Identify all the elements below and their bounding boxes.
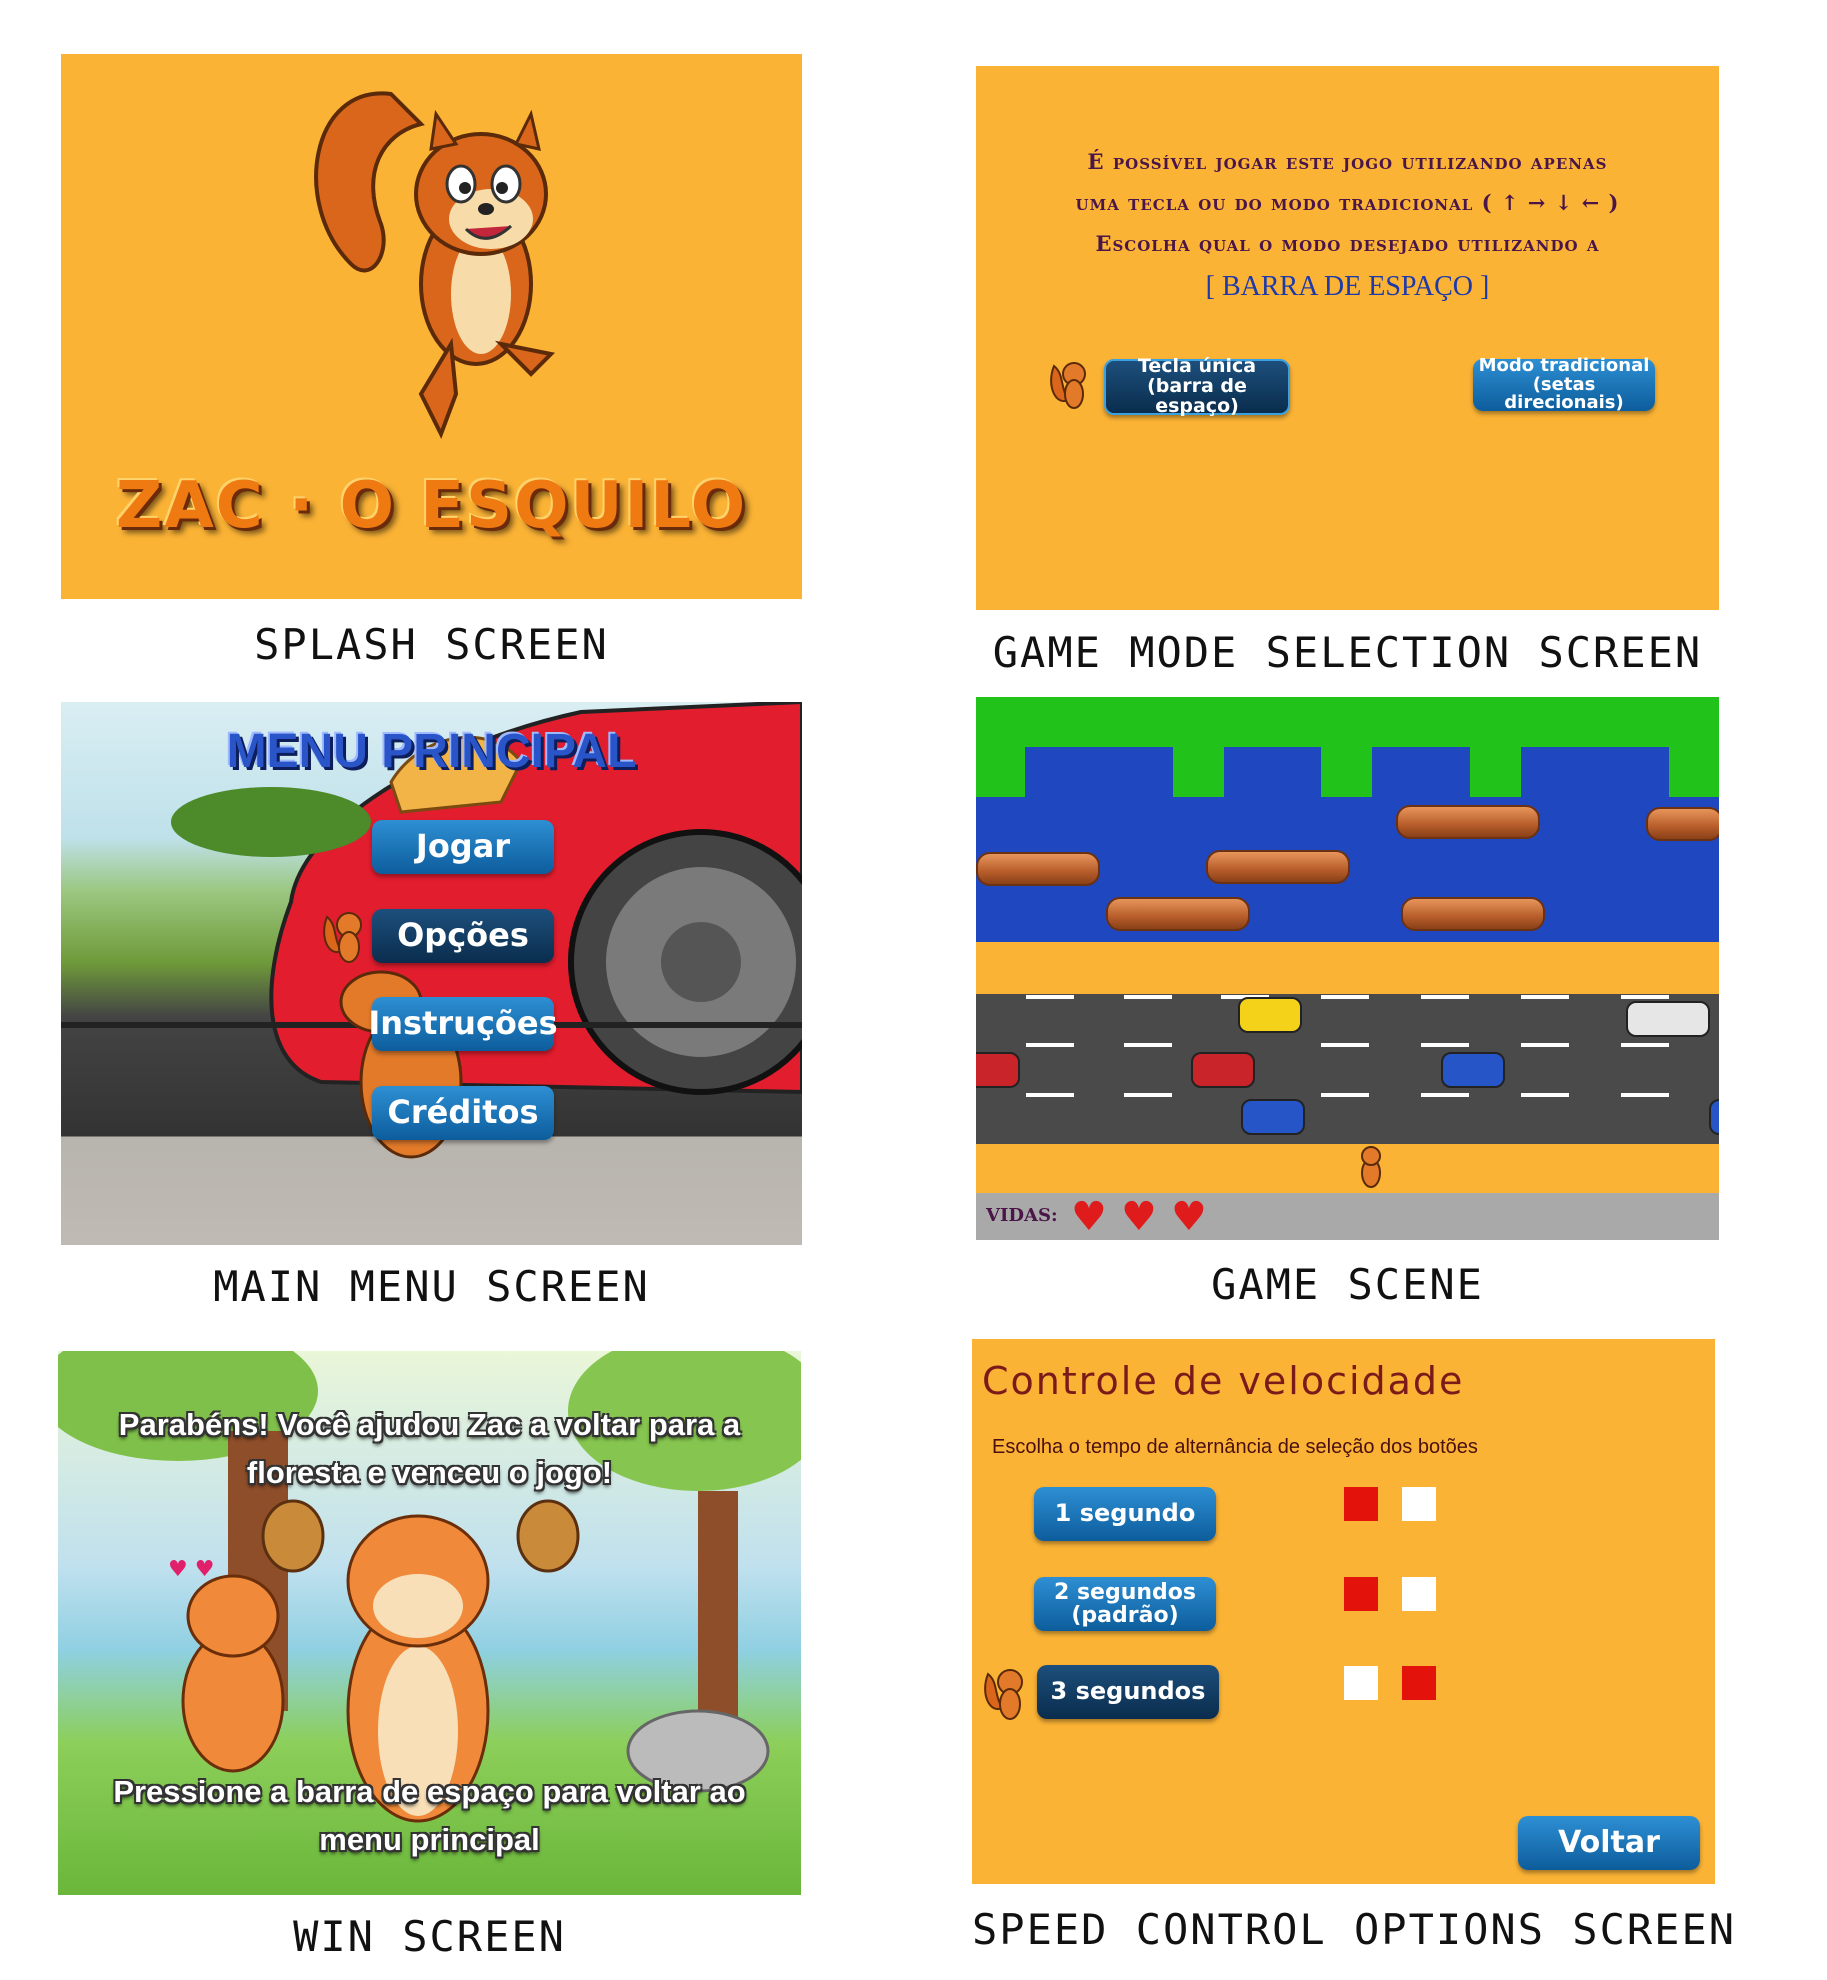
mode-text-line2: uma tecla ou do modo tradicional ( ↑ → ↓… [1075, 190, 1620, 215]
menu-credits-button[interactable]: Créditos [372, 1086, 554, 1140]
game-logo: ZAC · O ESQUILO [115, 469, 748, 543]
main-menu-screen: MENU PRINCIPAL Jogar Opções Instruções C… [61, 702, 802, 1245]
car-blue [1709, 1099, 1719, 1135]
menu-play-button[interactable]: Jogar [372, 820, 554, 874]
caption-menu: MAIN MENU SCREEN [213, 1262, 650, 1311]
caption-game: GAME SCENE [1211, 1260, 1484, 1309]
caption-win: WIN SCREEN [293, 1912, 566, 1961]
lane-dash [1321, 1093, 1369, 1097]
mode-text-line3: Escolha qual o modo desejado utilizando … [1095, 231, 1600, 256]
caption-speed: SPEED CONTROL OPTIONS SCREEN [972, 1905, 1737, 1954]
lane-dash [1026, 1093, 1074, 1097]
heart-icon: ♥ [1071, 1194, 1107, 1240]
caption-splash: SPLASH SCREEN [254, 620, 609, 669]
log [976, 852, 1100, 886]
speed-control-screen: Controle de velocidade Escolha o tempo d… [972, 1339, 1715, 1884]
goal-slot [1224, 747, 1321, 797]
lane-dash [1124, 1043, 1172, 1047]
back-button[interactable]: Voltar [1518, 1816, 1700, 1870]
win-screen: ♥ ♥ Parabéns! Você ajudou Zac a voltar p… [58, 1351, 801, 1895]
menu-title: MENU PRINCIPAL [226, 725, 637, 778]
car-red [976, 1052, 1020, 1088]
car-red [1191, 1052, 1255, 1088]
speed-3s-button[interactable]: 3 segundos [1037, 1665, 1219, 1719]
game-mode-screen: É possível jogar este jogo utilizando ap… [976, 66, 1719, 610]
lives-label: VIDAS: [986, 1205, 1058, 1226]
menu-options-button[interactable]: Opções [372, 909, 554, 963]
car-blue [1441, 1052, 1505, 1088]
lane-dash [1026, 1043, 1074, 1047]
lane-dash [1421, 1043, 1469, 1047]
splash-screen: ZAC · O ESQUILO [61, 54, 802, 599]
menu-options-label: Opções [397, 916, 529, 955]
lane-dash [1421, 1093, 1469, 1097]
lane-dash [1621, 1093, 1669, 1097]
menu-instructions-label: Instruções [368, 1004, 558, 1043]
speed-indicator-white [1402, 1577, 1436, 1611]
log [1396, 805, 1540, 839]
mode-text-line4: [ BARRA DE ESPAÇO ] [1205, 271, 1490, 302]
lane-dash [1321, 1043, 1369, 1047]
single-key-mode-button[interactable]: Tecla única (barra de espaço) [1104, 355, 1290, 417]
menu-credits-label: Créditos [387, 1093, 539, 1132]
goal-slot [1025, 747, 1173, 797]
lane-dash [1124, 1093, 1172, 1097]
heart-icon: ♥ [1171, 1194, 1207, 1240]
squirrel-cursor-icon [1050, 362, 1086, 409]
lane-dash [1621, 995, 1669, 999]
game-scene: VIDAS: ♥ ♥ ♥ [976, 697, 1719, 1240]
lane-dash [1124, 995, 1172, 999]
speed-indicator-red [1344, 1487, 1378, 1521]
road [976, 994, 1719, 1144]
lane-dash [1026, 995, 1074, 999]
lane-dash [1321, 995, 1369, 999]
log [1646, 807, 1719, 841]
log [1401, 897, 1545, 931]
lane-dash [1421, 995, 1469, 999]
heart-icon: ♥ [1121, 1194, 1157, 1240]
car-white [1626, 1001, 1710, 1037]
caption-mode: GAME MODE SELECTION SCREEN [992, 628, 1703, 677]
mode-text-line1: É possível jogar este jogo utilizando ap… [1087, 149, 1608, 174]
speed-1s-label: 1 segundo [1054, 1499, 1196, 1528]
win-message: Parabéns! Você ajudou Zac a voltar para … [118, 1407, 741, 1490]
squirrel-cursor-icon [984, 1669, 1023, 1720]
speed-indicator-red [1402, 1666, 1436, 1700]
lane-dash [1521, 995, 1569, 999]
lane-dash [1521, 1043, 1569, 1047]
speed-1s-button[interactable]: 1 segundo [1034, 1487, 1216, 1541]
menu-background-art [61, 702, 802, 1159]
goal-slot [1521, 747, 1669, 797]
speed-2s-label: 2 segundos (padrão) [1053, 1579, 1196, 1628]
speed-3s-label: 3 segundos [1050, 1677, 1206, 1706]
svg-text:♥ ♥: ♥ ♥ [168, 1557, 214, 1582]
log [1106, 897, 1250, 931]
single-key-label-1: Tecla única [1137, 355, 1257, 378]
player-squirrel-icon [1361, 1146, 1381, 1188]
traditional-mode-button[interactable]: Modo tradicional (setas direcionais) [1473, 354, 1655, 414]
speed-indicator-red [1344, 1577, 1378, 1611]
menu-instructions-button[interactable]: Instruções [368, 997, 558, 1051]
speed-indicator-white [1344, 1666, 1378, 1700]
single-key-label-2: (barra de espaço) [1147, 375, 1247, 417]
traditional-label-2: (setas direcionais) [1504, 373, 1624, 414]
lane-dash [1521, 1093, 1569, 1097]
lane-dash [1621, 1043, 1669, 1047]
menu-play-label: Jogar [415, 827, 511, 866]
back-label: Voltar [1558, 1825, 1660, 1861]
goal-slot [1372, 747, 1470, 797]
speed-indicator-white [1402, 1487, 1436, 1521]
log [1206, 850, 1350, 884]
speed-2s-button[interactable]: 2 segundos (padrão) [1034, 1577, 1216, 1631]
speed-title: Controle de velocidade [982, 1359, 1465, 1403]
car-yellow [1238, 997, 1302, 1033]
speed-subtitle: Escolha o tempo de alternância de seleçã… [992, 1436, 1478, 1458]
win-prompt: Pressione a barra de espaço para voltar … [113, 1774, 746, 1857]
car-blue [1241, 1099, 1305, 1135]
squirrel-cursor-icon [323, 912, 362, 963]
traditional-label-1: Modo tradicional [1478, 354, 1650, 376]
